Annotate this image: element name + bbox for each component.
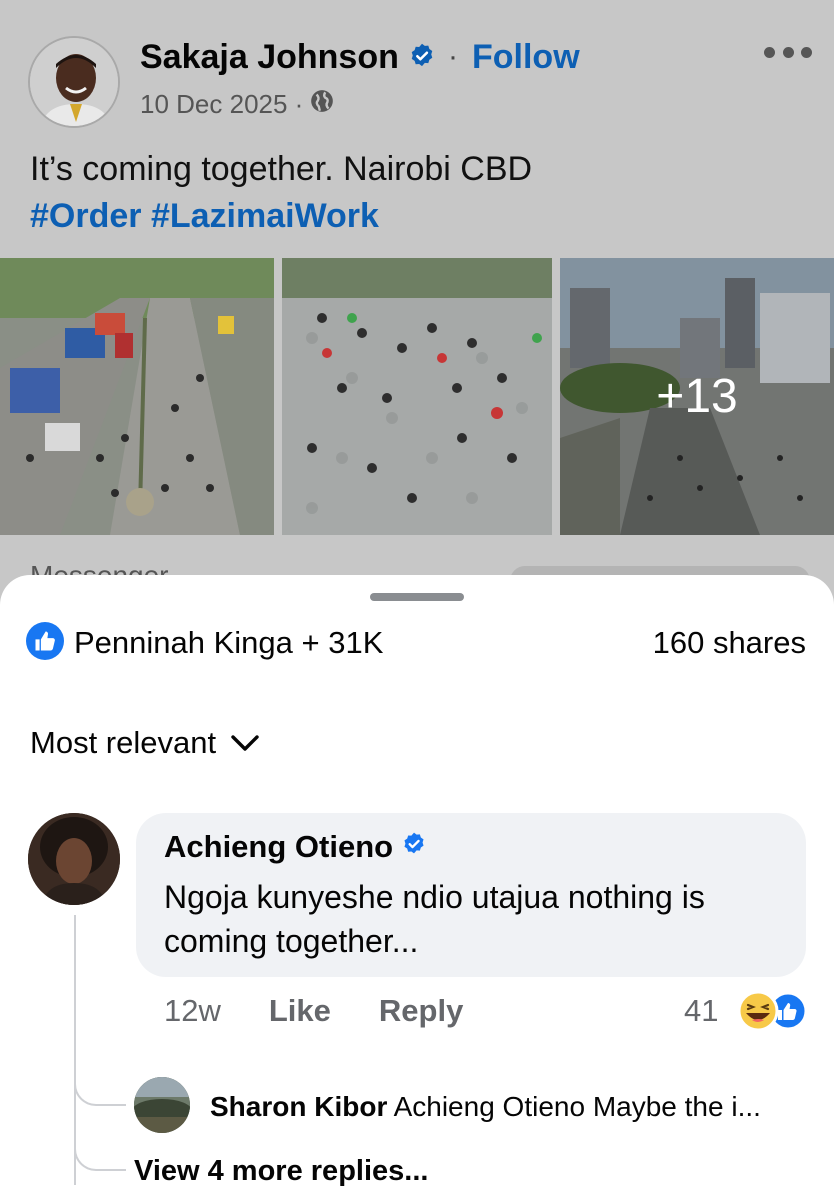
reply-button[interactable]: Reply bbox=[379, 993, 463, 1029]
photo-pedestrian-plaza[interactable] bbox=[282, 258, 552, 535]
thread-connector bbox=[74, 1135, 126, 1171]
post-text: It’s coming together. Nairobi CBD bbox=[30, 150, 533, 188]
comment-reaction-count[interactable]: 41 bbox=[684, 993, 718, 1029]
commenter-name[interactable]: Achieng Otieno bbox=[164, 829, 427, 865]
more-photos-count[interactable]: +13 bbox=[560, 258, 834, 535]
verified-badge-icon bbox=[408, 40, 436, 79]
like-button[interactable]: Like bbox=[269, 993, 331, 1029]
reply-author[interactable]: Sharon Kibor bbox=[210, 1091, 387, 1122]
comment-text: Ngoja kunyeshe ndio utajua nothing is co… bbox=[164, 879, 705, 959]
comment-actions: 12w Like Reply bbox=[164, 993, 463, 1029]
sort-dropdown[interactable]: Most relevant bbox=[30, 725, 260, 761]
reactions-summary[interactable]: Penninah Kinga + 31K bbox=[26, 621, 384, 665]
photo-city-skyline[interactable]: +13 bbox=[560, 258, 834, 535]
reply-preview[interactable]: Sharon Kibor Achieng Otieno Maybe the i.… bbox=[210, 1091, 761, 1123]
chevron-down-icon bbox=[230, 725, 260, 761]
sort-label: Most relevant bbox=[30, 725, 217, 760]
photo-grid: +13 bbox=[0, 258, 834, 535]
author-avatar[interactable] bbox=[28, 36, 120, 128]
follow-button[interactable]: Follow bbox=[472, 38, 580, 77]
comments-sheet: Penninah Kinga + 31K 160 shares Most rel… bbox=[0, 575, 834, 1200]
globe-icon bbox=[309, 88, 335, 121]
like-reaction-icon bbox=[26, 621, 64, 665]
author-name[interactable]: Sakaja Johnson bbox=[140, 38, 436, 79]
comment-bubble[interactable]: Achieng Otieno Ngoja kunyeshe ndio utaju… bbox=[136, 813, 806, 977]
photo-street-aerial[interactable] bbox=[0, 258, 274, 535]
reply-avatar[interactable] bbox=[134, 1077, 190, 1133]
post-hashtags[interactable]: #Order #LazimaiWork bbox=[30, 197, 379, 236]
post-card: Sakaja Johnson · Follow 10 Dec 2025 · It… bbox=[0, 0, 834, 640]
commenter-avatar[interactable] bbox=[28, 813, 120, 905]
view-more-replies-button[interactable]: View 4 more replies... bbox=[134, 1155, 428, 1188]
shares-count[interactable]: 160 shares bbox=[653, 625, 806, 661]
post-date[interactable]: 10 Dec 2025 · bbox=[140, 89, 303, 120]
separator-dot: · bbox=[448, 40, 458, 73]
reactions-label: Penninah Kinga + 31K bbox=[74, 625, 384, 660]
comment-time: 12w bbox=[164, 993, 221, 1028]
post-meta: 10 Dec 2025 · bbox=[140, 88, 335, 121]
verified-badge-icon bbox=[401, 829, 427, 865]
haha-reaction-icon bbox=[737, 990, 779, 1032]
reply-text: Achieng Otieno Maybe the i... bbox=[393, 1091, 761, 1122]
more-options-icon[interactable] bbox=[764, 42, 812, 62]
sheet-grabber[interactable] bbox=[370, 593, 464, 601]
thread-connector bbox=[74, 1070, 126, 1106]
comment-reactions[interactable] bbox=[732, 989, 812, 1033]
